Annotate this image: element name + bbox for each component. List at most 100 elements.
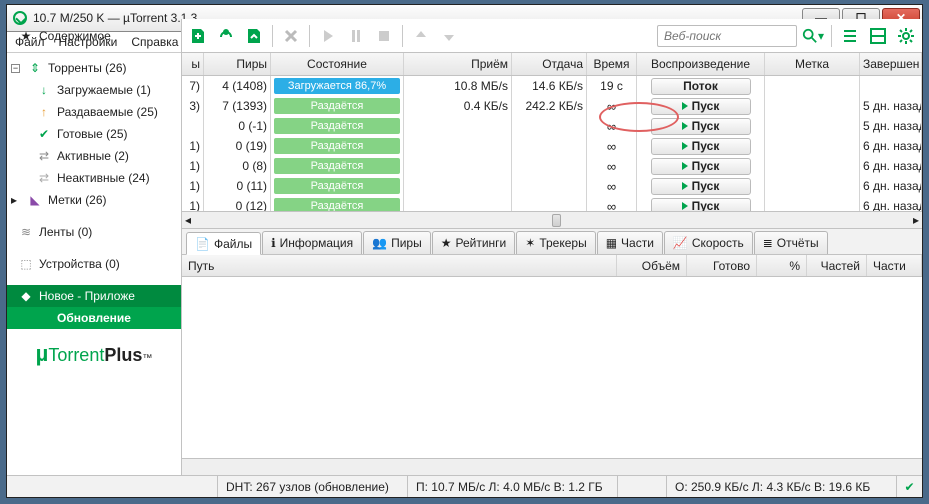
- settings-button[interactable]: [894, 24, 918, 48]
- tab-info[interactable]: ℹИнформация: [262, 231, 362, 254]
- pause-button[interactable]: [344, 24, 368, 48]
- tab-pieces[interactable]: ▦Части: [597, 231, 663, 254]
- label-icon: ◣: [28, 193, 42, 207]
- dcol-done[interactable]: Готово: [687, 255, 757, 276]
- col-done[interactable]: Завершен: [860, 53, 922, 75]
- sidebar-content[interactable]: ★ Содержимое: [7, 25, 181, 47]
- play-button[interactable]: Пуск: [651, 158, 751, 175]
- sidebar-completed[interactable]: ✔ Готовые (25): [7, 123, 181, 145]
- detail-header: Путь Объём Готово % Частей Части: [182, 255, 922, 277]
- sidebar-update[interactable]: Обновление: [7, 307, 181, 329]
- apps-icon: ◆: [19, 289, 33, 303]
- sidebar-labels[interactable]: ▸ ◣ Метки (26): [7, 189, 181, 211]
- col-time[interactable]: Время: [587, 53, 637, 75]
- tab-speed[interactable]: 📈Скорость: [664, 231, 753, 254]
- tab-peers[interactable]: 👥Пиры: [363, 231, 431, 254]
- play-button[interactable]: Пуск: [651, 138, 751, 155]
- col-seeds[interactable]: ы: [182, 53, 204, 75]
- dcol-pieces[interactable]: Частей: [807, 255, 867, 276]
- stop-button[interactable]: [372, 24, 396, 48]
- sidebar-devices[interactable]: ⬚ Устройства (0): [7, 253, 181, 275]
- status-fill: [617, 476, 666, 497]
- torrents-icon: ⇕: [28, 61, 42, 75]
- pieces-icon: ▦: [606, 236, 617, 250]
- ratings-icon: ★: [441, 236, 452, 250]
- sidebar-active[interactable]: ⇄ Активные (2): [7, 145, 181, 167]
- tab-reports[interactable]: ≣Отчёты: [754, 231, 828, 254]
- tab-ratings[interactable]: ★Рейтинги: [432, 231, 516, 254]
- reports-icon: ≣: [763, 236, 773, 250]
- active-icon: ⇄: [37, 149, 51, 163]
- search-input[interactable]: [657, 25, 797, 47]
- sidebar-downloading[interactable]: ↓ Загружаемые (1): [7, 79, 181, 101]
- view-detail-button[interactable]: [866, 24, 890, 48]
- inactive-icon: ⇄: [37, 171, 51, 185]
- peers-icon: 👥: [372, 236, 387, 250]
- col-label[interactable]: Метка: [765, 53, 860, 75]
- play-button[interactable]: Пуск: [651, 98, 751, 115]
- devices-icon: ⬚: [19, 257, 33, 271]
- detail-scrollbar[interactable]: [182, 458, 922, 475]
- table-row[interactable]: 1)0 (8)Раздаётся∞Пуск6 дн. назад: [182, 156, 922, 176]
- dcol-pct[interactable]: %: [757, 255, 807, 276]
- remove-button[interactable]: [279, 24, 303, 48]
- move-up-button[interactable]: [409, 24, 433, 48]
- search-button[interactable]: ▾: [801, 24, 825, 48]
- tab-trackers[interactable]: ✶Трекеры: [516, 231, 595, 254]
- status-up[interactable]: О: 250.9 КБ/с Л: 4.3 КБ/с В: 19.6 КБ: [666, 476, 896, 497]
- stream-button[interactable]: Поток: [651, 78, 751, 95]
- sidebar-torrents[interactable]: − ⇕ Торренты (26): [7, 57, 181, 79]
- play-button[interactable]: Пуск: [651, 198, 751, 212]
- add-url-button[interactable]: [214, 24, 238, 48]
- info-icon: ℹ: [271, 236, 276, 250]
- play-button[interactable]: Пуск: [651, 178, 751, 195]
- col-down[interactable]: Приём: [404, 53, 512, 75]
- promo-logo[interactable]: µTorrentPlus™: [7, 337, 181, 371]
- status-net[interactable]: ✔: [896, 476, 922, 497]
- app-window: 10.7 M/250 K — µTorrent 3.1.3 — ☐ ✕ Файл…: [6, 4, 923, 498]
- download-icon: ↓: [37, 83, 51, 97]
- dcol-pc[interactable]: Части: [867, 255, 922, 276]
- star-icon: ★: [19, 29, 33, 43]
- collapse-icon[interactable]: −: [11, 64, 20, 73]
- create-torrent-button[interactable]: [242, 24, 266, 48]
- start-button[interactable]: [316, 24, 340, 48]
- sidebar-apps[interactable]: ◆ Новое - Приложе: [7, 285, 181, 307]
- table-row[interactable]: 7)4 (1408)Загружается 86,7%10.8 МБ/s14.6…: [182, 76, 922, 96]
- status-dht[interactable]: DHT: 267 узлов (обновление): [217, 476, 407, 497]
- table-row[interactable]: 1)0 (19)Раздаётся∞Пуск6 дн. назад: [182, 136, 922, 156]
- play-button[interactable]: Пуск: [651, 118, 751, 135]
- table-row[interactable]: 1)0 (11)Раздаётся∞Пуск6 дн. назад: [182, 176, 922, 196]
- table-row[interactable]: 0 (-1)Раздаётся∞Пуск5 дн. назад: [182, 116, 922, 136]
- main-panel: ▾ ы Пиры Состояние Приём Отдача Время Во…: [182, 19, 922, 475]
- view-list-button[interactable]: [838, 24, 862, 48]
- detail-body: [182, 277, 922, 458]
- trackers-icon: ✶: [525, 236, 535, 250]
- files-icon: 📄: [195, 237, 210, 251]
- list-scrollbar[interactable]: ◂ ▸: [182, 211, 922, 228]
- col-state[interactable]: Состояние: [271, 53, 404, 75]
- status-down[interactable]: П: 10.7 МБ/с Л: 4.0 МБ/с В: 1.2 ГБ: [407, 476, 617, 497]
- col-up[interactable]: Отдача: [512, 53, 587, 75]
- app-icon: [13, 11, 27, 25]
- sidebar-seeding[interactable]: ↑ Раздаваемые (25): [7, 101, 181, 123]
- statusbar: DHT: 267 узлов (обновление) П: 10.7 МБ/с…: [7, 475, 922, 497]
- tab-files[interactable]: 📄Файлы: [186, 232, 261, 255]
- sidebar: ★ Содержимое − ⇕ Торренты (26) ↓ Загружа…: [7, 19, 182, 475]
- move-down-button[interactable]: [437, 24, 461, 48]
- sidebar-feeds[interactable]: ≋ Ленты (0): [7, 221, 181, 243]
- rss-icon: ≋: [19, 225, 33, 239]
- detail-tabs: 📄Файлы ℹИнформация 👥Пиры ★Рейтинги ✶Трек…: [182, 229, 922, 255]
- add-torrent-button[interactable]: [186, 24, 210, 48]
- upload-icon: ↑: [37, 105, 51, 119]
- table-row[interactable]: 3)7 (1393)Раздаётся0.4 КБ/s242.2 КБ/s∞Пу…: [182, 96, 922, 116]
- dcol-path[interactable]: Путь: [182, 255, 617, 276]
- toolbar: ▾: [182, 19, 922, 53]
- expand-icon[interactable]: ▸: [11, 193, 22, 207]
- check-icon: ✔: [904, 480, 914, 494]
- col-peers[interactable]: Пиры: [204, 53, 271, 75]
- col-stream[interactable]: Воспроизведение: [637, 53, 765, 75]
- dcol-size[interactable]: Объём: [617, 255, 687, 276]
- sidebar-inactive[interactable]: ⇄ Неактивные (24): [7, 167, 181, 189]
- table-row[interactable]: 1)0 (12)Раздаётся∞Пуск6 дн. назад: [182, 196, 922, 211]
